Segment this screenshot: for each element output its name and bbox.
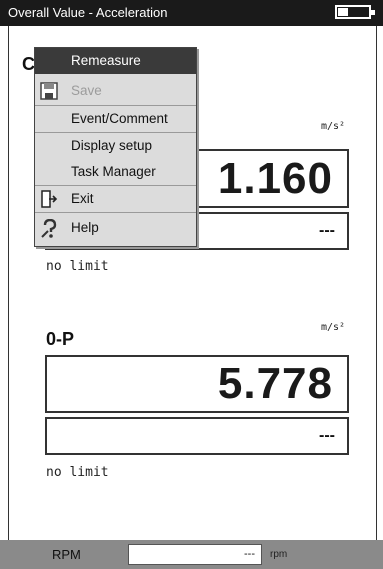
secondary-value-2: ---	[319, 427, 335, 444]
measurement-value-box-2: 5.778	[45, 355, 349, 413]
menu-item-label: Task Manager	[71, 164, 156, 179]
menu-item-event-comment[interactable]: Event/Comment	[35, 106, 196, 132]
secondary-value-1: ---	[319, 222, 335, 239]
menu-item-label: Help	[71, 220, 99, 235]
section-title-2: 0-P	[46, 329, 75, 349]
battery-icon	[335, 5, 375, 19]
measurement-value-1: 1.160	[217, 153, 333, 203]
menu-item-save[interactable]: Save	[35, 78, 196, 104]
title-bar: Overall Value - Acceleration	[0, 0, 383, 26]
menu-item-label: Remeasure	[71, 53, 141, 68]
menu-item-task-manager[interactable]: Task Manager	[35, 159, 196, 185]
menu-item-label: Display setup	[71, 138, 153, 153]
menu-separator	[35, 212, 196, 213]
secondary-value-box-2: ---	[45, 417, 349, 455]
status-bar: RPM --- rpm	[0, 540, 383, 569]
menu-item-label: Event/Comment	[71, 111, 168, 126]
window-title: Overall Value - Acceleration	[8, 5, 168, 20]
menu-item-remeasure[interactable]: Remeasure	[35, 48, 196, 74]
exit-icon	[40, 190, 58, 208]
menu-item-exit[interactable]: Exit	[35, 186, 196, 212]
rpm-value: ---	[244, 548, 255, 560]
rpm-field[interactable]: ---	[128, 544, 262, 565]
limit-label-1: no limit	[46, 259, 109, 274]
menu-item-display-setup[interactable]: Display setup	[35, 133, 196, 159]
save-icon	[40, 82, 58, 100]
help-icon	[40, 218, 58, 238]
measurement-value-2: 5.778	[217, 359, 333, 408]
unit-label-1: m/s²	[321, 121, 346, 132]
menu-item-label: Save	[71, 83, 102, 98]
unit-label-2: m/s²	[321, 322, 346, 333]
rpm-unit: rpm	[270, 549, 288, 560]
context-menu: Remeasure Save Event/Comment Display set…	[34, 47, 197, 247]
limit-label-2: no limit	[46, 465, 109, 480]
menu-item-label: Exit	[71, 191, 94, 206]
rpm-label: RPM	[52, 547, 81, 562]
menu-item-help[interactable]: Help	[35, 215, 196, 241]
